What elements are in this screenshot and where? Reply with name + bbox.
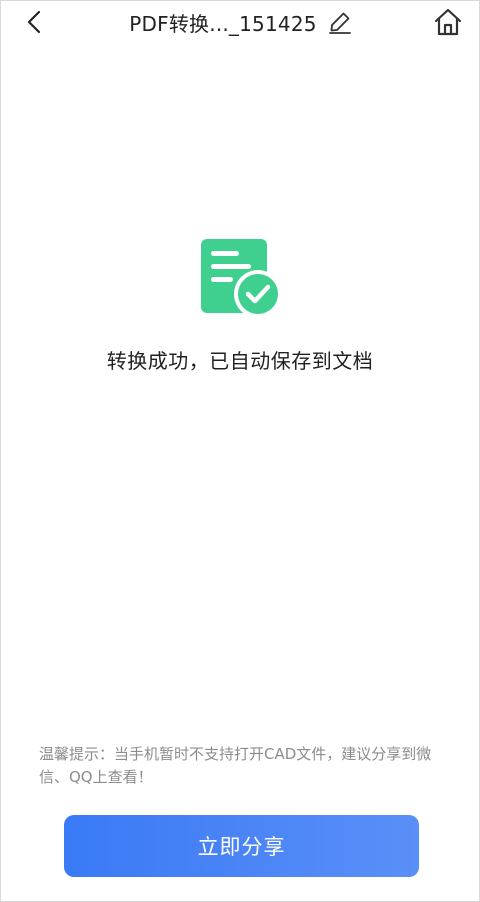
top-bar: PDF转换..._151425 bbox=[1, 1, 480, 45]
page-title: PDF转换..._151425 bbox=[129, 11, 317, 36]
edit-title-button[interactable] bbox=[327, 9, 353, 35]
home-button[interactable] bbox=[433, 7, 463, 37]
home-icon bbox=[434, 8, 462, 36]
title-area: PDF转换..._151425 bbox=[1, 7, 480, 37]
conversion-status-text: 转换成功，已自动保存到文档 bbox=[106, 349, 374, 373]
document-check-icon bbox=[199, 237, 283, 319]
tip-text: 温馨提示：当手机暂时不支持打开CAD文件，建议分享到微信、QQ上查看！ bbox=[39, 745, 432, 786]
share-now-button[interactable]: 立即分享 bbox=[64, 815, 419, 877]
pencil-icon bbox=[328, 12, 351, 34]
